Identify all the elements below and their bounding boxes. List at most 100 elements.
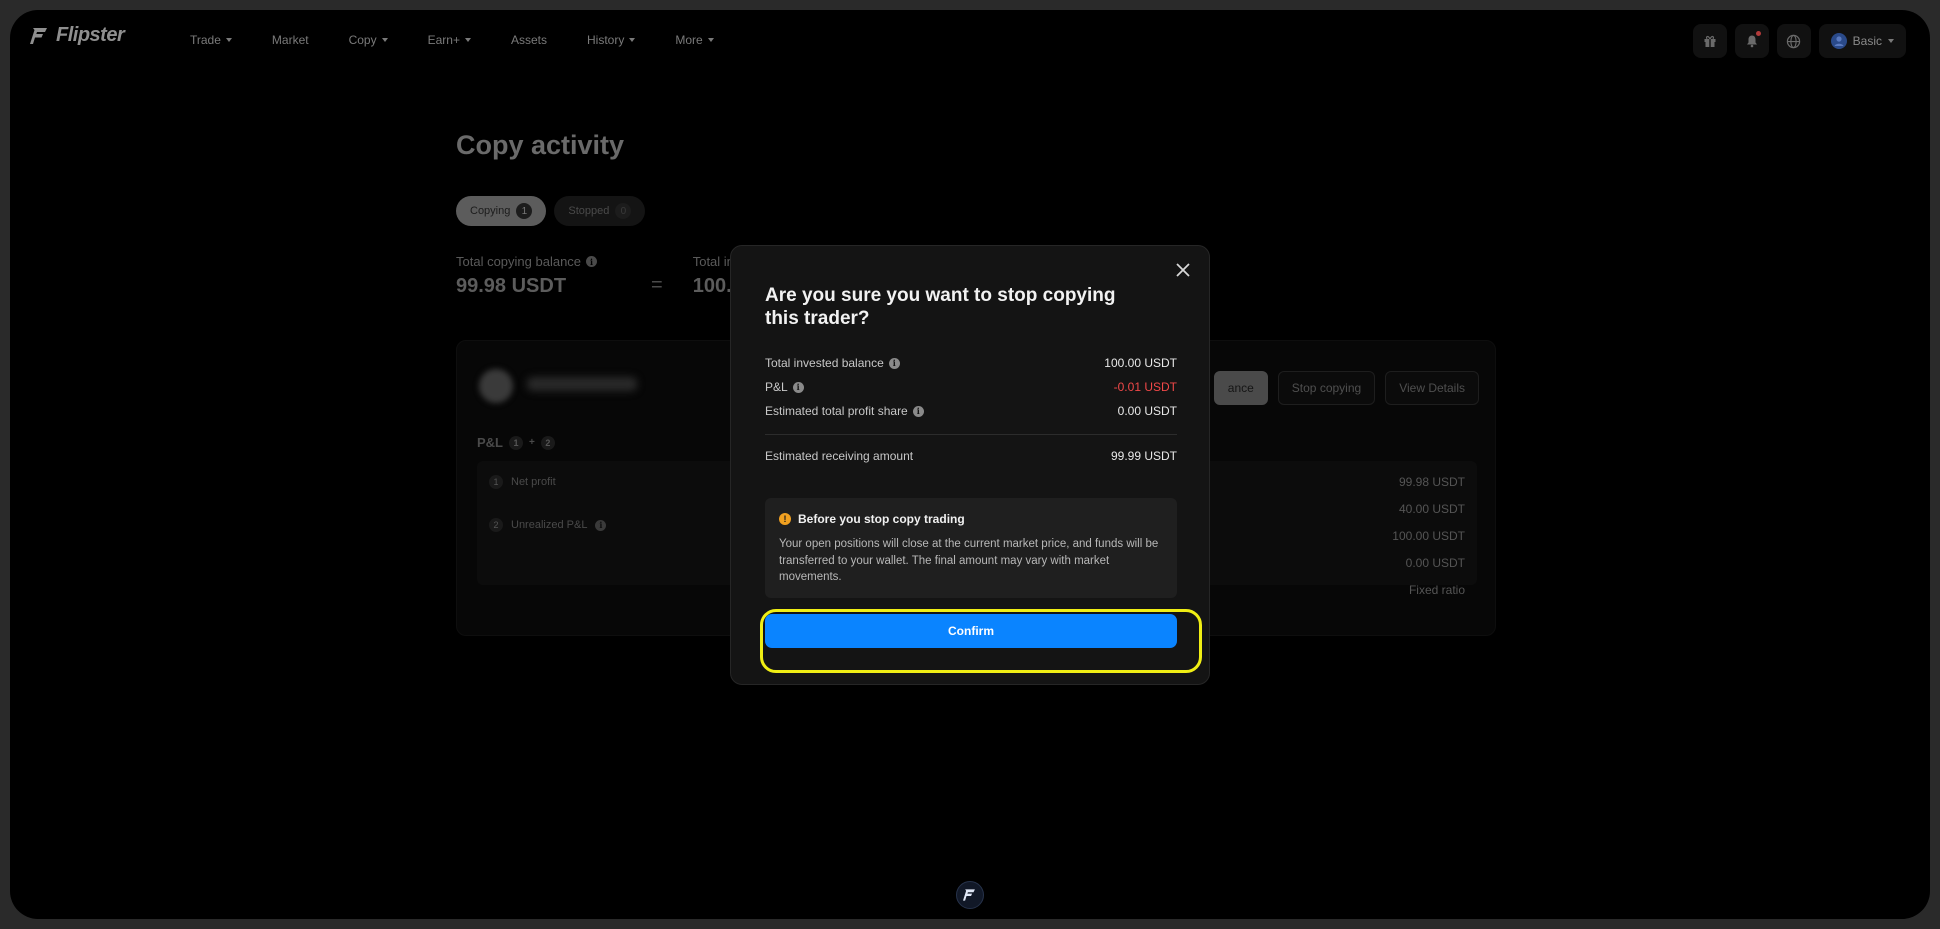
row-label: Total invested balance i	[765, 356, 900, 370]
row-label: Net profit	[511, 476, 556, 488]
nav-item-label: More	[675, 33, 703, 47]
warning-title: Before you stop copy trading	[798, 512, 965, 526]
language-button[interactable]	[1776, 24, 1811, 58]
warning-icon: !	[779, 513, 791, 525]
chevron-down-icon	[381, 38, 388, 42]
flipster-logo-icon	[30, 27, 47, 44]
summary-label: Total copying balance i	[456, 254, 598, 269]
confirm-button[interactable]: Confirm	[765, 614, 1177, 648]
tab-label: Stopped	[568, 205, 610, 217]
nav-item-label: Trade	[190, 33, 221, 47]
pnl-row: P&L i -0.01 USDT	[765, 380, 1177, 394]
nav-item-label: Market	[271, 33, 309, 47]
row-number: 1	[489, 475, 503, 489]
tab-copying[interactable]: Copying 1	[456, 196, 547, 226]
row-label-text: Total invested balance	[765, 356, 884, 370]
warning-header: ! Before you stop copy trading	[779, 512, 965, 526]
nav-item-market[interactable]: Market	[252, 33, 329, 47]
status-tabs: Copying 1 Stopped 0	[456, 196, 646, 226]
nav-item-label: Copy	[348, 33, 377, 47]
gift-button[interactable]	[1692, 24, 1727, 58]
total-invested-row: Total invested balance i 100.00 USDT	[765, 356, 1177, 370]
row-value: 99.98 USDT	[1398, 475, 1465, 489]
row-label: Unrealized P&L	[511, 519, 588, 531]
pl-badge: 2	[540, 435, 555, 450]
warning-body: Your open positions will close at the cu…	[779, 538, 1159, 583]
row-value: 40.00 USDT	[1398, 502, 1465, 516]
chevron-down-icon	[464, 38, 471, 42]
chevron-down-icon	[225, 38, 232, 42]
app-frame: Flipster Trade Market Copy Earn+ Assets …	[10, 10, 1930, 919]
bell-icon	[1746, 35, 1757, 48]
globe-icon	[1786, 34, 1801, 48]
nav-item-history[interactable]: History	[567, 33, 655, 47]
summary-label-text: Total copying balance	[456, 254, 582, 269]
card-actions: ance Stop copying View Details	[1213, 371, 1479, 405]
top-nav: Flipster Trade Market Copy Earn+ Assets …	[10, 10, 1930, 70]
row-label-text: P&L	[765, 380, 788, 394]
account-label: Basic	[1852, 34, 1882, 48]
row-number: 2	[489, 518, 503, 532]
brand-name: Flipster	[56, 24, 125, 46]
warning-notice: ! Before you stop copy trading Your open…	[765, 498, 1177, 598]
chevron-down-icon	[629, 38, 636, 42]
nav-item-assets[interactable]: Assets	[491, 33, 567, 47]
tab-stopped[interactable]: Stopped 0	[554, 196, 646, 226]
pl-badge: 1	[509, 435, 523, 450]
row-label: Estimated total profit share i	[765, 404, 924, 418]
info-icon[interactable]: i	[912, 405, 924, 417]
page-title: Copy activity	[456, 130, 625, 160]
tab-count-badge: 0	[615, 203, 632, 219]
floating-support-button[interactable]	[956, 881, 984, 909]
total-copying-balance: Total copying balance i 99.98 USDT	[456, 254, 598, 298]
nav-item-label: History	[586, 33, 625, 47]
profit-share-row: Estimated total profit share i 0.00 USDT	[765, 404, 1177, 418]
pl-section-label: P&L 1 + 2	[477, 435, 555, 450]
flipster-logo-icon	[963, 889, 975, 901]
dialog-title: Are you sure you want to stop copying th…	[765, 285, 1116, 329]
nav-item-earn[interactable]: Earn+	[408, 33, 491, 47]
nav-item-trade[interactable]: Trade	[170, 33, 252, 47]
row-value: -0.01 USDT	[1113, 380, 1177, 394]
info-icon[interactable]: i	[888, 357, 900, 369]
close-icon[interactable]	[1173, 260, 1193, 280]
nav-item-label: Earn+	[427, 33, 460, 47]
tab-label: Copying	[470, 205, 511, 217]
nav-item-copy[interactable]: Copy	[329, 33, 408, 47]
tab-count-badge: 1	[516, 203, 533, 219]
adjust-balance-button[interactable]: ance	[1213, 371, 1268, 405]
info-icon[interactable]: i	[586, 256, 598, 267]
list-item: 2 Unrealized P&L i	[489, 518, 607, 532]
stop-copying-button[interactable]: Stop copying	[1277, 371, 1376, 405]
account-menu-button[interactable]: Basic	[1818, 24, 1906, 58]
trader-name-blurred	[527, 377, 637, 391]
row-value: 100.00 USDT	[1392, 529, 1465, 543]
receiving-amount-row: Estimated receiving amount 99.99 USDT	[765, 449, 1177, 463]
row-value: 0.00 USDT	[1405, 556, 1465, 570]
equals-sign: =	[651, 274, 663, 296]
row-value: 0.00 USDT	[1117, 404, 1177, 418]
brand-logo[interactable]: Flipster	[30, 24, 125, 47]
plus-sign: +	[529, 437, 535, 448]
divider	[765, 434, 1177, 435]
view-details-button[interactable]: View Details	[1385, 371, 1479, 405]
nav-item-label: Assets	[510, 33, 547, 47]
nav-menu: Trade Market Copy Earn+ Assets History M…	[170, 10, 734, 70]
summary-value: 99.98 USDT	[456, 275, 567, 297]
row-label: P&L i	[765, 380, 804, 394]
pl-label-text: P&L	[477, 435, 503, 450]
nav-item-more[interactable]: More	[655, 33, 733, 47]
gift-icon	[1704, 35, 1716, 47]
nav-actions: Basic	[1692, 24, 1906, 58]
chevron-down-icon	[707, 38, 714, 42]
info-icon[interactable]: i	[792, 381, 804, 393]
stop-copying-dialog: Are you sure you want to stop copying th…	[730, 245, 1210, 685]
info-icon[interactable]: i	[595, 519, 607, 531]
row-value: 100.00 USDT	[1104, 356, 1177, 370]
row-label: Estimated receiving amount	[765, 449, 914, 463]
notifications-button[interactable]	[1734, 24, 1769, 58]
row-value: Fixed ratio	[1408, 583, 1465, 597]
row-value: 99.99 USDT	[1110, 449, 1177, 463]
user-icon	[1830, 33, 1847, 49]
trader-avatar	[479, 369, 513, 403]
